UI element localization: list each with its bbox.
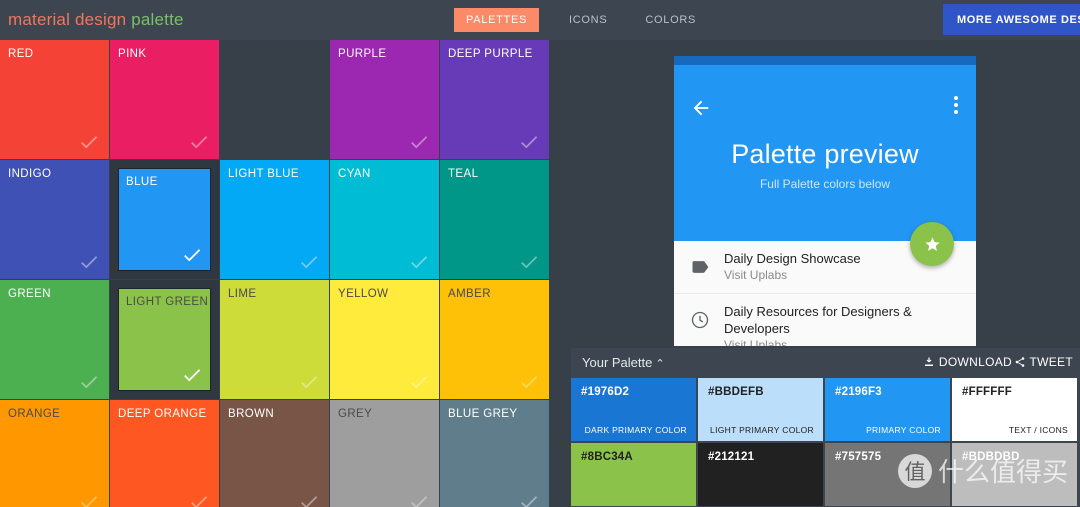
- palette-tile-empty: [220, 40, 329, 159]
- app-root: material design palette PALETTES ICONS C…: [0, 0, 1080, 507]
- palette-tile-swatch: [440, 160, 549, 279]
- palette-swatch[interactable]: #757575: [825, 443, 950, 506]
- palette-tile-deep-purple[interactable]: DEEP PURPLE: [440, 40, 549, 159]
- list-item[interactable]: Daily Resources for Designers & Develope…: [674, 293, 976, 346]
- palette-tile-swatch: [220, 400, 329, 507]
- phone-preview-subtitle: Full Palette colors below: [759, 177, 891, 191]
- palette-tile-orange[interactable]: ORANGE: [0, 400, 109, 507]
- palette-tile-swatch: [220, 280, 329, 399]
- palette-tile-light-green[interactable]: LIGHT GREEN: [110, 280, 219, 399]
- site-logo[interactable]: material design palette: [8, 10, 184, 30]
- palette-swatch-hex: #1976D2: [581, 386, 630, 398]
- tab-palettes[interactable]: PALETTES: [454, 8, 540, 32]
- palette-swatch-grid: #1976D2 DARK PRIMARY COLOR #BBDEFB LIGHT PR…: [571, 378, 1080, 507]
- palette-swatch[interactable]: #BBDEFB LIGHT PRIMARY COLOR: [698, 378, 823, 441]
- tab-icons[interactable]: ICONS: [557, 8, 619, 32]
- star-icon: [924, 236, 940, 251]
- palette-swatch-hex: #212121: [708, 451, 755, 463]
- palette-tile-light-blue[interactable]: LIGHT BLUE: [220, 160, 329, 279]
- arrow-back-icon[interactable]: [690, 97, 712, 119]
- palette-tile-blue[interactable]: BLUE: [110, 160, 219, 279]
- logo-text-primary: material design: [8, 10, 132, 29]
- phone-app-bar: Palette preview Full Palette colors belo…: [674, 65, 976, 241]
- palette-tile-amber[interactable]: AMBER: [440, 280, 549, 399]
- more-awesome-design-label: MORE AWESOME DESIGN: [957, 13, 1080, 26]
- palette-swatch-role: PRIMARY COLOR: [866, 425, 941, 435]
- palette-tile-swatch: [0, 400, 109, 507]
- palette-swatch[interactable]: #FFFFFF TEXT / ICONS: [952, 378, 1077, 441]
- your-palette-header: Your Palette ⌃ DOWNLOAD TWEET: [571, 348, 1080, 378]
- palette-swatch-hex: #BBDEFB: [708, 386, 764, 398]
- list-item-subtitle: Visit Uplabs: [724, 338, 788, 346]
- palette-tile-swatch: [440, 280, 549, 399]
- palette-grid: RED PINK PURPLE DEEP PURPLE INDIGO BLUE LIGHT …: [0, 40, 551, 507]
- more-vert-icon[interactable]: [954, 96, 958, 114]
- palette-tile-red[interactable]: RED: [0, 40, 109, 159]
- palette-tile-swatch: [330, 400, 439, 507]
- palette-tile-swatch: [0, 40, 109, 159]
- palette-swatch-hex: #2196F3: [835, 386, 882, 398]
- tweet-button[interactable]: TWEET: [1014, 355, 1074, 369]
- download-label: DOWNLOAD: [938, 355, 1012, 369]
- palette-tile-blue-grey[interactable]: BLUE GREY: [440, 400, 549, 507]
- palette-tile-lime[interactable]: LIME: [220, 280, 329, 399]
- tweet-label: TWEET: [1029, 355, 1073, 369]
- palette-tile-swatch: [440, 400, 549, 507]
- palette-swatch-role: DARK PRIMARY COLOR: [584, 425, 687, 435]
- palette-swatch[interactable]: #8BC34A: [571, 443, 696, 506]
- palette-tile-teal[interactable]: TEAL: [440, 160, 549, 279]
- palette-tile-grey[interactable]: GREY: [330, 400, 439, 507]
- floating-action-button[interactable]: [910, 222, 954, 266]
- palette-tile-purple[interactable]: PURPLE: [330, 40, 439, 159]
- tab-colors[interactable]: COLORS: [633, 8, 708, 32]
- palette-swatch[interactable]: #BDBDBD: [952, 443, 1077, 506]
- clock-icon: [690, 310, 710, 330]
- palette-tile-swatch: [330, 160, 439, 279]
- palette-tile-deep-orange[interactable]: DEEP ORANGE: [110, 400, 219, 507]
- chevron-up-icon: ⌃: [655, 358, 665, 370]
- list-item-subtitle: Visit Uplabs: [724, 268, 788, 282]
- palette-swatch-role: LIGHT PRIMARY COLOR: [710, 425, 814, 435]
- your-palette-title: Your Palette: [582, 355, 653, 370]
- palette-swatch-hex: #8BC34A: [581, 451, 633, 463]
- palette-swatch-hex: #BDBDBD: [962, 451, 1020, 463]
- palette-tile-swatch: [0, 280, 109, 399]
- palette-tile-brown[interactable]: BROWN: [220, 400, 329, 507]
- palette-tile-cyan[interactable]: CYAN: [330, 160, 439, 279]
- label-icon: [690, 257, 710, 277]
- palette-tile-swatch: [110, 40, 219, 159]
- download-icon: [924, 357, 933, 366]
- palette-swatch[interactable]: #2196F3 PRIMARY COLOR: [825, 378, 950, 441]
- palette-tile-swatch: [330, 280, 439, 399]
- more-awesome-design-button[interactable]: MORE AWESOME DESIGN ❯: [943, 4, 1080, 35]
- palette-tile-swatch: [119, 289, 210, 390]
- palette-tile-pink[interactable]: PINK: [110, 40, 219, 159]
- palette-tile-yellow[interactable]: YELLOW: [330, 280, 439, 399]
- top-bar: material design palette PALETTES ICONS C…: [0, 0, 1080, 40]
- palette-swatch-hex: #757575: [835, 451, 882, 463]
- palette-swatch[interactable]: #1976D2 DARK PRIMARY COLOR: [571, 378, 696, 441]
- your-palette-toggle[interactable]: Your Palette ⌃: [582, 355, 665, 370]
- share-icon: [1015, 357, 1024, 367]
- palette-swatch-hex: #FFFFFF: [962, 386, 1012, 398]
- phone-preview-title: Palette preview: [731, 139, 919, 169]
- phone-preview: Palette preview Full Palette colors belo…: [674, 56, 976, 346]
- palette-tile-swatch: [220, 160, 329, 279]
- list-item-title: Daily Resources for Designers & Develope…: [724, 304, 912, 336]
- palette-tile-swatch: [119, 169, 210, 270]
- palette-tile-swatch: [0, 160, 109, 279]
- palette-tile-indigo[interactable]: INDIGO: [0, 160, 109, 279]
- palette-tile-green[interactable]: GREEN: [0, 280, 109, 399]
- your-palette-panel: Your Palette ⌃ DOWNLOAD TWEET #1976D2 DARK…: [571, 348, 1080, 507]
- palette-tile-swatch: [110, 400, 219, 507]
- palette-swatch-role: TEXT / ICONS: [1008, 425, 1068, 435]
- palette-swatch[interactable]: #212121: [698, 443, 823, 506]
- logo-text-secondary: palette: [131, 10, 184, 29]
- nav-tabs: PALETTES ICONS COLORS: [454, 0, 708, 40]
- download-button[interactable]: DOWNLOAD: [923, 355, 1012, 369]
- phone-status-bar: [674, 56, 976, 65]
- palette-tile-swatch: [330, 40, 439, 159]
- palette-tile-swatch: [440, 40, 549, 159]
